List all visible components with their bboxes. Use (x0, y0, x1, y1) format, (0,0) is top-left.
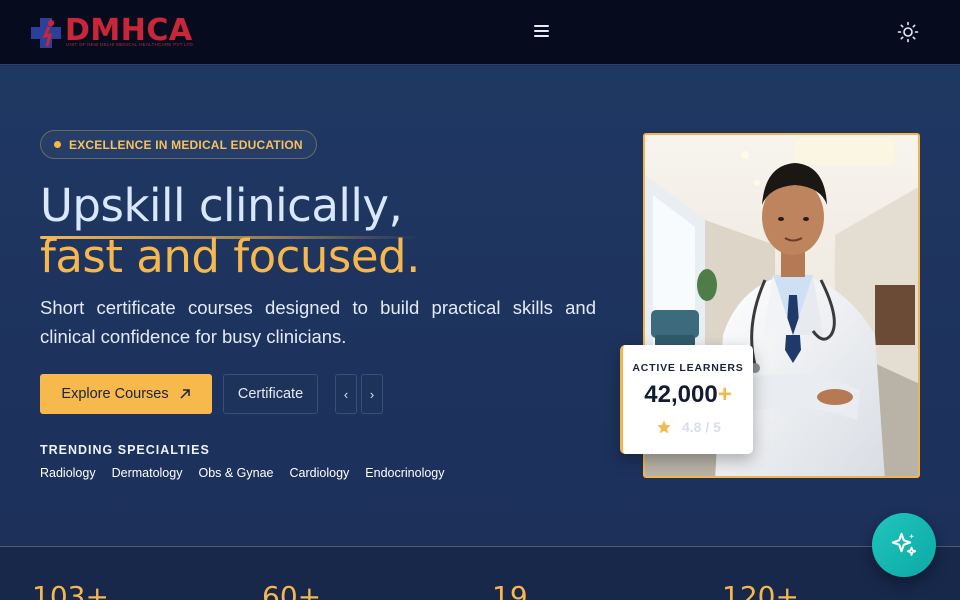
stats-band: 103+ 60+ 19 120+ (0, 546, 960, 600)
specialty-cardiology[interactable]: Cardiology (290, 466, 350, 480)
sun-icon[interactable] (896, 20, 920, 44)
ai-assistant-button[interactable] (872, 513, 936, 577)
explore-courses-button[interactable]: Explore Courses (40, 374, 212, 414)
hero-badge: EXCELLENCE IN MEDICAL EDUCATION (40, 130, 317, 159)
learners-plus: + (717, 381, 732, 408)
specialty-endocrinology[interactable]: Endocrinology (365, 466, 444, 480)
rating-value: 4.8 / 5 (682, 419, 721, 435)
hero-description: Short certificate courses designed to bu… (40, 297, 596, 347)
explore-courses-label: Explore Courses (61, 386, 169, 402)
badge-dot (54, 141, 61, 148)
brand-logo[interactable]: DMHCA UNIT OF NEW DELHI MEDICAL HEALTHCA… (29, 14, 199, 50)
brand-tagline: UNIT OF NEW DELHI MEDICAL HEALTHCARE PVT… (66, 42, 193, 47)
active-learners-card: ACTIVE LEARNERS 42,000+ 4.8 / 5 (620, 345, 753, 454)
stat-value: 103+ (32, 580, 109, 600)
next-button[interactable]: › (361, 374, 383, 414)
hamburger-icon[interactable] (530, 22, 552, 42)
specialty-list: Radiology Dermatology Obs & Gynae Cardio… (40, 466, 461, 480)
medical-cross-icon (31, 18, 61, 48)
rating-row: 4.8 / 5 (656, 419, 721, 435)
stat-value: 120+ (722, 580, 799, 600)
top-navbar: DMHCA UNIT OF NEW DELHI MEDICAL HEALTHCA… (0, 0, 960, 65)
badge-label: EXCELLENCE IN MEDICAL EDUCATION (69, 137, 303, 152)
trending-specialties-label: TRENDING SPECIALTIES (40, 443, 210, 457)
specialty-radiology[interactable]: Radiology (40, 466, 96, 480)
hero-section: EXCELLENCE IN MEDICAL EDUCATION Upskill … (0, 66, 960, 546)
arrow-up-right-icon (180, 389, 190, 399)
learners-count: 42,000 (644, 381, 718, 408)
active-learners-value: 42,000+ (623, 381, 753, 409)
specialty-obs-gynae[interactable]: Obs & Gynae (198, 466, 273, 480)
headline-line-1: Upskill clinically, (40, 179, 403, 232)
stat-value: 60+ (262, 580, 322, 600)
active-learners-label: ACTIVE LEARNERS (632, 362, 744, 374)
prev-button[interactable]: ‹ (335, 374, 357, 414)
certificate-button[interactable]: Certificate (223, 374, 318, 414)
headline-line-2: fast and focused. (40, 230, 420, 283)
stat-value: 19 (492, 580, 528, 600)
star-icon (657, 420, 671, 434)
specialty-dermatology[interactable]: Dermatology (112, 466, 183, 480)
sparkles-icon (891, 532, 917, 556)
